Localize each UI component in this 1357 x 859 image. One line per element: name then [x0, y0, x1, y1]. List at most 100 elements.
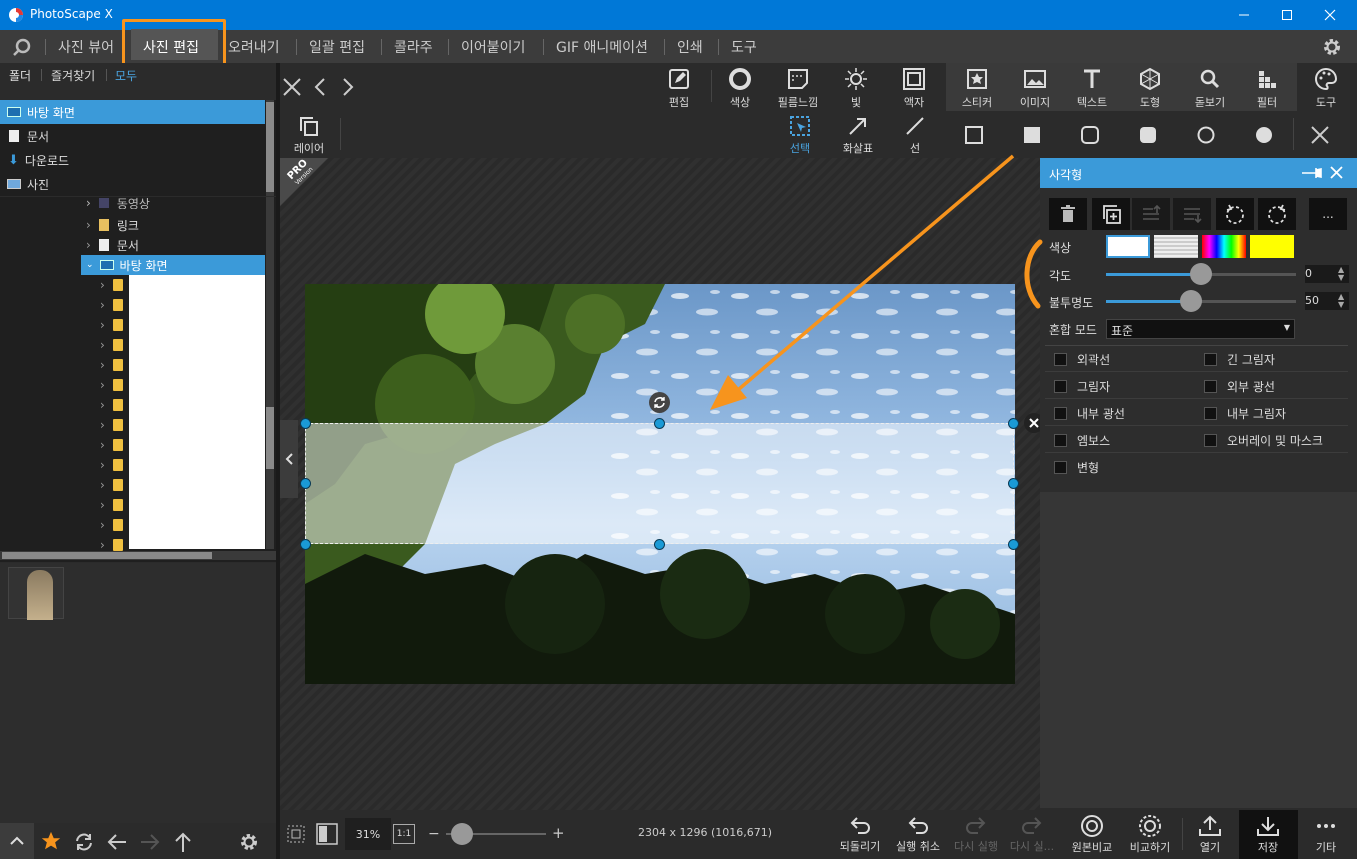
resize-handle-l[interactable]	[300, 478, 311, 489]
shape-tool-button[interactable]: 도형	[1130, 67, 1170, 110]
checkbox-long-shadow[interactable]: 긴 그림자	[1204, 351, 1275, 368]
tree-subfolder-item[interactable]: ›	[100, 275, 123, 295]
checkbox-inner-glow[interactable]: 내부 광선	[1054, 405, 1125, 422]
more-button[interactable]: 기타	[1306, 815, 1346, 855]
color-tool-button[interactable]: 색상	[720, 67, 760, 110]
resize-handle-b[interactable]	[654, 539, 665, 550]
undo-button[interactable]: 실행 취소	[893, 815, 943, 854]
tree-subfolder-item[interactable]: ›	[100, 455, 123, 475]
subtab-folder[interactable]: 폴더	[9, 63, 31, 87]
expand-chevron-icon[interactable]: ›	[100, 398, 105, 412]
tree-item-links[interactable]: › 링크	[86, 215, 139, 235]
tree-item-documents[interactable]: › 문서	[86, 235, 139, 255]
resize-handle-t[interactable]	[654, 418, 665, 429]
resize-handle-tr[interactable]	[1008, 418, 1019, 429]
film-tool-button[interactable]: 필름느낌	[772, 67, 824, 110]
refresh-icon[interactable]	[73, 831, 95, 853]
expand-chevron-icon[interactable]: ›	[100, 538, 105, 552]
close-shape-toolbar-icon[interactable]	[1310, 125, 1330, 145]
rotate-right-button[interactable]	[1258, 198, 1296, 230]
quick-scrollbar-thumb[interactable]	[266, 102, 274, 192]
tree-subfolder-item[interactable]: ›	[100, 295, 123, 315]
circle-filled-shape-icon[interactable]	[1255, 126, 1273, 144]
tree-subfolder-item[interactable]: ›	[100, 315, 123, 335]
image-tool-button[interactable]: 이미지	[1013, 67, 1057, 110]
tab-print[interactable]: 인쇄	[677, 30, 703, 63]
expand-chevron-icon[interactable]: ›	[100, 418, 105, 432]
expand-chevron-icon[interactable]: ›	[100, 478, 105, 492]
tab-editor[interactable]: 사진 편집	[143, 30, 199, 63]
subtab-favorites[interactable]: 즐겨찾기	[51, 63, 95, 87]
zoom-slider-thumb[interactable]	[451, 823, 473, 845]
light-tool-button[interactable]: 빛	[838, 67, 874, 110]
maximize-button[interactable]	[1264, 0, 1310, 30]
tree-subfolder-item[interactable]: ›	[100, 335, 123, 355]
opacity-slider-thumb[interactable]	[1180, 290, 1202, 312]
swatch-yellow[interactable]	[1250, 235, 1294, 258]
tools-tool-button[interactable]: 도구	[1306, 67, 1346, 110]
expand-chevron-icon[interactable]: ›	[100, 438, 105, 452]
edit-tool-button[interactable]: 편집	[660, 67, 698, 110]
up-arrow-icon[interactable]	[173, 831, 193, 853]
quick-item-downloads[interactable]: ⬇ 다운로드	[0, 148, 265, 172]
tree-subfolder-item[interactable]: ›	[100, 415, 123, 435]
tree-item-desktop[interactable]: ⌄ 바탕 화면	[81, 255, 265, 275]
expand-chevron-icon[interactable]: ›	[100, 318, 105, 332]
layer-button[interactable]: 레이어	[290, 115, 328, 156]
selected-rectangle-shape[interactable]	[305, 423, 1014, 544]
tree-scrollbar-thumb[interactable]	[266, 407, 274, 469]
undo-all-button[interactable]: 되돌리기	[837, 815, 883, 854]
delete-shape-button[interactable]	[1049, 198, 1087, 230]
blend-mode-select[interactable]: 표준 ▼	[1106, 319, 1295, 339]
duplicate-shape-button[interactable]	[1092, 198, 1130, 230]
rounded-rect-filled-icon[interactable]	[1139, 126, 1157, 144]
close-photo-icon[interactable]	[282, 77, 302, 97]
redo-button[interactable]: 다시 실행	[951, 815, 1001, 854]
subtab-all[interactable]: 모두	[115, 63, 137, 87]
zoom-level[interactable]: 31%	[345, 818, 391, 850]
tree-subfolder-item[interactable]: ›	[100, 435, 123, 455]
rotate-left-button[interactable]	[1216, 198, 1254, 230]
checkbox-outline[interactable]: 외곽선	[1054, 351, 1110, 368]
text-tool-button[interactable]: 텍스트	[1070, 67, 1114, 110]
tree-scrollbar[interactable]	[266, 197, 274, 549]
zoom-out-icon[interactable]: −	[428, 826, 440, 842]
checkbox-overlay-mask[interactable]: 오버레이 및 마스크	[1204, 432, 1323, 449]
tree-subfolder-item[interactable]: ›	[100, 515, 123, 535]
quick-item-desktop[interactable]: 바탕 화면	[0, 100, 265, 124]
original-compare-button[interactable]: 원본비교	[1068, 815, 1116, 855]
quick-item-documents[interactable]: 문서	[0, 124, 265, 148]
pin-icon[interactable]	[1300, 166, 1324, 180]
swatch-white[interactable]	[1106, 235, 1150, 258]
photo-thumbnail[interactable]	[8, 567, 64, 620]
rect-filled-shape-icon[interactable]	[1023, 126, 1041, 144]
checkbox-emboss[interactable]: 엠보스	[1054, 432, 1110, 449]
rotate-handle-icon[interactable]	[649, 392, 670, 413]
redo-all-button[interactable]: 다시 실...	[1008, 815, 1056, 854]
resize-handle-tl[interactable]	[300, 418, 311, 429]
swatch-gradient[interactable]	[1202, 235, 1246, 258]
magnifier-tool-button[interactable]: 돋보기	[1188, 67, 1232, 110]
bring-forward-button[interactable]	[1132, 198, 1170, 230]
compare-button[interactable]: 비교하기	[1126, 815, 1174, 855]
tab-batch[interactable]: 일괄 편집	[309, 30, 365, 63]
tab-combine[interactable]: 이어붙이기	[461, 30, 525, 63]
expand-chevron-icon[interactable]: ›	[100, 298, 105, 312]
swatch-pattern[interactable]	[1154, 235, 1198, 258]
tree-subfolder-item[interactable]: ›	[100, 395, 123, 415]
save-button[interactable]: 저장	[1248, 815, 1288, 855]
sticker-tool-button[interactable]: 스티커	[955, 67, 999, 110]
expand-chevron-icon[interactable]: ›	[100, 338, 105, 352]
tree-subfolder-item[interactable]: ›	[100, 535, 123, 555]
home-icon[interactable]	[12, 37, 32, 57]
expand-chevron-icon[interactable]: ›	[100, 498, 105, 512]
forward-arrow-icon[interactable]	[139, 832, 161, 852]
open-button[interactable]: 열기	[1190, 815, 1230, 855]
checkbox-shadow[interactable]: 그림자	[1054, 378, 1110, 395]
fit-screen-icon[interactable]	[286, 824, 306, 844]
tree-subfolder-item[interactable]: ›	[100, 475, 123, 495]
resize-handle-bl[interactable]	[300, 539, 311, 550]
more-options-button[interactable]: ...	[1309, 198, 1347, 230]
checkbox-transform[interactable]: 변형	[1054, 459, 1099, 476]
frame-tool-button[interactable]: 액자	[895, 67, 933, 110]
